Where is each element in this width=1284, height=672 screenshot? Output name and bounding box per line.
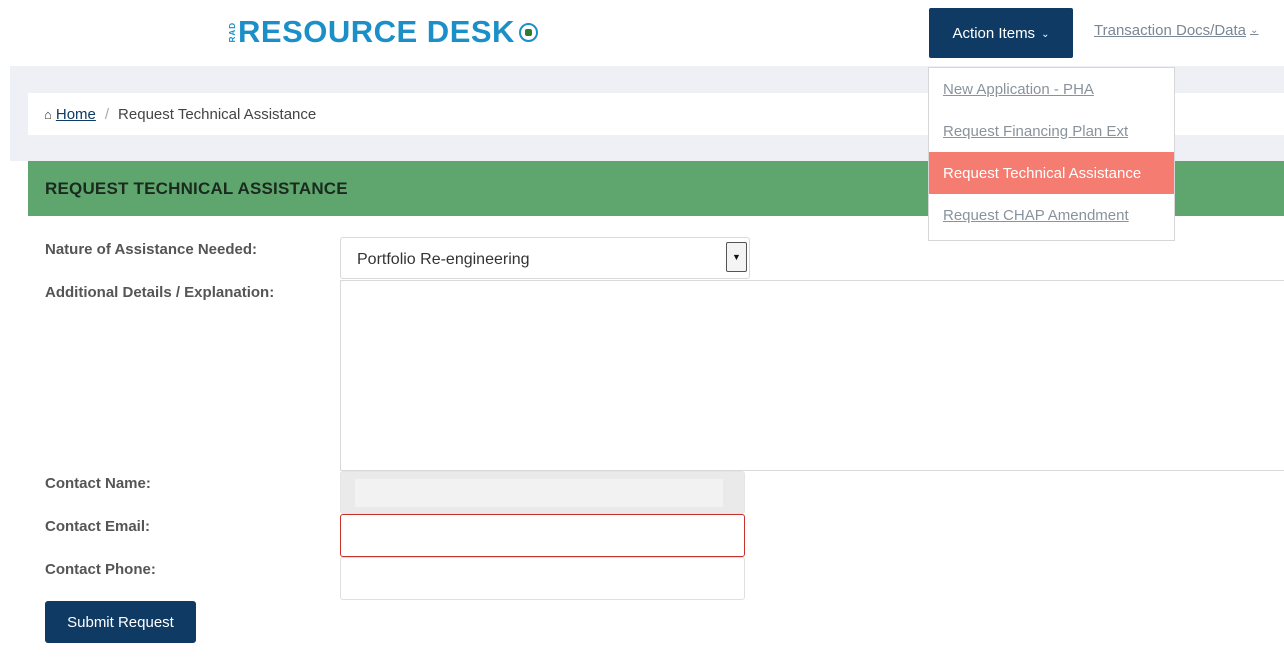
breadcrumb-home-link[interactable]: Home bbox=[56, 106, 96, 123]
transaction-docs-link[interactable]: Transaction Docs/Data ⌄ bbox=[1094, 22, 1258, 39]
menu-item-request-financing-plan-ext[interactable]: Request Financing Plan Ext bbox=[929, 110, 1174, 152]
submit-request-button[interactable]: Submit Request bbox=[45, 601, 196, 643]
contact-name-field bbox=[340, 471, 745, 514]
chevron-down-icon: ⌄ bbox=[1041, 28, 1050, 40]
nature-select[interactable]: Portfolio Re-engineering ▼ bbox=[340, 237, 750, 279]
nature-selected-value: Portfolio Re-engineering bbox=[357, 251, 530, 268]
logo-prefix: RAD bbox=[228, 21, 237, 43]
menu-item-new-application[interactable]: New Application - PHA bbox=[929, 68, 1174, 110]
breadcrumb-current: Request Technical Assistance bbox=[118, 105, 317, 123]
site-header: RAD RESOURCE DESK Action Items ⌄ Transac… bbox=[0, 0, 1284, 66]
resource-desk-logo[interactable]: RAD RESOURCE DESK bbox=[228, 10, 538, 54]
transaction-docs-label: Transaction Docs/Data bbox=[1094, 22, 1247, 39]
contact-phone-label: Contact Phone: bbox=[45, 561, 156, 578]
contact-email-field[interactable] bbox=[340, 514, 745, 557]
breadcrumb-separator: / bbox=[104, 105, 110, 123]
action-items-menu: New Application - PHA Request Financing … bbox=[928, 67, 1175, 241]
menu-item-request-chap-amendment[interactable]: Request CHAP Amendment bbox=[929, 194, 1174, 236]
details-textarea[interactable] bbox=[340, 280, 1284, 471]
details-label: Additional Details / Explanation: bbox=[45, 284, 275, 301]
contact-name-label: Contact Name: bbox=[45, 475, 151, 492]
contact-name-value bbox=[355, 479, 723, 507]
nature-label: Nature of Assistance Needed: bbox=[45, 241, 258, 258]
menu-item-request-technical-assistance[interactable]: Request Technical Assistance bbox=[929, 152, 1174, 194]
contact-email-label: Contact Email: bbox=[45, 518, 151, 535]
chevron-down-icon: ⌄ bbox=[1250, 25, 1259, 36]
action-items-button[interactable]: Action Items ⌄ bbox=[929, 8, 1073, 58]
hud-seal-icon bbox=[518, 22, 538, 42]
action-items-label: Action Items bbox=[952, 24, 1036, 42]
logo-text: RESOURCE DESK bbox=[238, 14, 515, 49]
home-icon: ⌂ bbox=[44, 106, 52, 122]
dropdown-arrow-icon[interactable]: ▼ bbox=[726, 242, 747, 272]
contact-phone-field[interactable] bbox=[340, 557, 745, 600]
